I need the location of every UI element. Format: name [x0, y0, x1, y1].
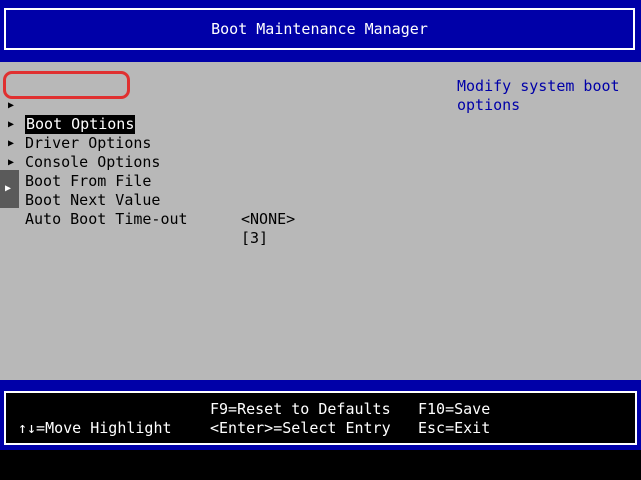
move-highlight-hint: ↑↓=Move Highlight — [18, 419, 172, 437]
save-hint: F10=Save — [418, 400, 491, 418]
page-title: Boot Maintenance Manager — [211, 20, 428, 38]
menu-item-console-options[interactable]: ▶ Console Options — [0, 115, 440, 171]
setting-value: [3] — [241, 229, 269, 247]
help-text: Modify system boot options — [457, 77, 629, 114]
setting-label: Auto Boot Time-out — [25, 210, 188, 228]
setting-value: <NONE> — [241, 210, 296, 228]
setting-auto-boot-timeout[interactable]: Auto Boot Time-out [3] — [0, 191, 440, 247]
footer-bar: F9=Reset to Defaults F10=Save ↑↓=Move Hi… — [0, 380, 641, 450]
menu-area: ▶ Boot Options ▶ Driver Options ▶ Consol… — [0, 62, 641, 380]
header-frame: Boot Maintenance Manager — [4, 8, 635, 50]
reset-defaults-hint: F9=Reset to Defaults — [210, 400, 391, 418]
bottom-strip — [0, 450, 641, 480]
bios-screen: Boot Maintenance Manager ▶ Boot Options … — [0, 0, 641, 480]
highlight-ring — [3, 71, 130, 99]
footer-frame: F9=Reset to Defaults F10=Save ↑↓=Move Hi… — [4, 391, 637, 445]
select-entry-hint: <Enter>=Select Entry — [210, 419, 391, 437]
setting-boot-next-value[interactable]: Boot Next Value <NONE> — [0, 172, 440, 228]
exit-hint: Esc=Exit — [418, 419, 491, 437]
menu-item-boot-from-file[interactable]: ▶ Boot From File — [0, 134, 440, 190]
header-bar: Boot Maintenance Manager — [0, 0, 641, 62]
